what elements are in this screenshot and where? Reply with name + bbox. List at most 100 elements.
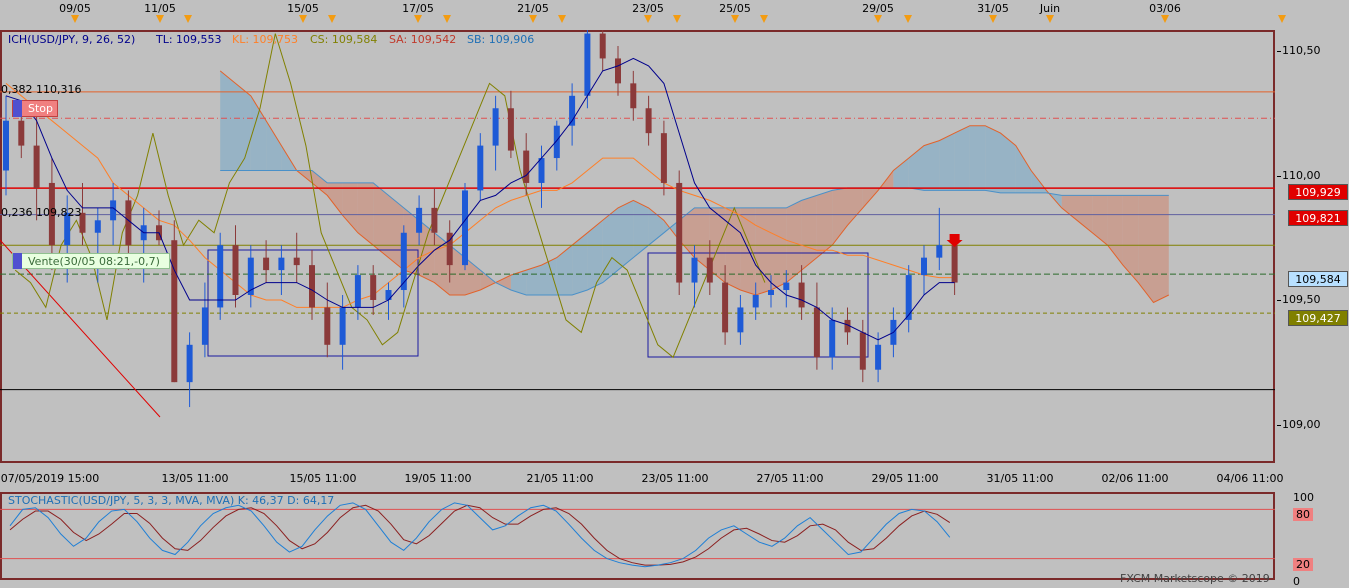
bullish-candle	[691, 257, 698, 283]
bottom-date-label: 13/05 11:00	[161, 472, 229, 485]
bullish-candle	[492, 108, 499, 146]
ichimoku-cloud-segment	[572, 232, 588, 295]
cs-header-value: CS: 109,584	[310, 33, 378, 46]
bottom-date-label: 02/06 11:00	[1101, 472, 1169, 485]
price-tag-fib-236: 109,821	[1288, 210, 1348, 226]
session-marker-icon	[71, 15, 79, 23]
bearish-candle	[645, 108, 652, 134]
ytick-109-50: 109,50	[1282, 293, 1321, 306]
bearish-candle	[232, 245, 239, 295]
bullish-candle	[3, 120, 9, 171]
top-date-label: 23/05	[632, 2, 664, 15]
bullish-candle	[385, 290, 392, 300]
stop-order-label: Stop	[28, 102, 54, 115]
stochastic-d-line	[9, 504, 951, 566]
bearish-candle	[615, 58, 621, 84]
bearish-candle	[263, 257, 270, 271]
ichimoku-cloud-segment	[541, 257, 557, 295]
ichimoku-cloud-segment	[1138, 195, 1154, 303]
session-marker-icon	[760, 15, 768, 23]
ichimoku-cloud-segment	[893, 158, 909, 188]
bullish-candle	[936, 245, 943, 258]
session-marker-icon	[874, 15, 882, 23]
session-marker-icon	[1161, 15, 1169, 23]
price-tag-resistance: 109,929	[1288, 184, 1348, 200]
ichimoku-cloud-segment	[847, 187, 863, 226]
session-marker-icon	[1046, 15, 1054, 23]
ichimoku-cloud-segment	[250, 95, 267, 171]
session-marker-icon	[156, 15, 164, 23]
stop-order-handle[interactable]	[13, 100, 22, 117]
price-tag-support: 109,427	[1288, 310, 1348, 326]
ichimoku-cloud-segment	[1000, 133, 1016, 193]
bullish-candle	[201, 307, 208, 345]
bullish-candle	[584, 33, 591, 96]
fib-236-label: 0,236 109,823	[1, 206, 82, 219]
bearish-candle	[859, 332, 866, 370]
ichimoku-cloud-segment	[556, 245, 573, 295]
session-marker-icon	[328, 15, 336, 23]
bearish-candle	[324, 307, 331, 345]
bullish-candle	[768, 290, 774, 295]
stoch-tick-20: 20	[1293, 558, 1313, 571]
bearish-candle	[813, 307, 820, 358]
session-marker-icon	[673, 15, 681, 23]
bullish-candle	[217, 245, 224, 308]
tl-header-value: TL: 109,553	[156, 33, 222, 46]
chikou-span-line	[14, 33, 766, 359]
bullish-candle	[737, 307, 744, 333]
bearish-candle	[309, 265, 315, 308]
bearish-candle	[523, 150, 530, 183]
bottom-date-label: 21/05 11:00	[526, 472, 594, 485]
ichimoku-cloud-segment	[235, 83, 251, 171]
session-marker-icon	[1278, 15, 1286, 23]
session-marker-icon	[443, 15, 451, 23]
ytick-109-00: 109,00	[1282, 418, 1321, 431]
bearish-candle	[171, 240, 178, 383]
bearish-candle	[706, 257, 713, 283]
bottom-date-label: 23/05 11:00	[641, 472, 709, 485]
sell-order-handle[interactable]	[13, 253, 22, 269]
bullish-candle	[538, 158, 545, 183]
top-date-label: 11/05	[144, 2, 176, 15]
ytick-mark	[1277, 425, 1281, 426]
price-chart-svg[interactable]	[0, 30, 1275, 463]
ichimoku-cloud-segment	[1015, 145, 1032, 193]
fib-382-label: 0,382 110,316	[1, 83, 82, 96]
ytick-mark	[1277, 300, 1281, 301]
top-date-label: 03/06	[1149, 2, 1181, 15]
bullish-candle	[94, 220, 101, 233]
bullish-candle	[110, 200, 117, 221]
session-marker-icon	[731, 15, 739, 23]
ichimoku-cloud-segment	[220, 70, 236, 171]
session-marker-icon	[299, 15, 307, 23]
bearish-candle	[630, 83, 637, 109]
session-marker-icon	[558, 15, 566, 23]
stoch-tick-100: 100	[1293, 491, 1314, 504]
bearish-candle	[370, 275, 377, 300]
top-date-label: 25/05	[719, 2, 751, 15]
bearish-candle	[951, 245, 958, 283]
bullish-candle	[829, 319, 836, 358]
ichimoku-cloud-segment	[495, 275, 511, 291]
session-marker-icon	[529, 15, 537, 23]
bullish-candle	[462, 190, 468, 266]
ichimoku-cloud-segment	[725, 207, 741, 291]
stoch-tick-0: 0	[1293, 575, 1300, 588]
price-scale[interactable]: 110,50 110,00 109,50 109,00 109,929 109,…	[1277, 30, 1349, 465]
bullish-candle	[278, 257, 285, 271]
sb-header-value: SB: 109,906	[467, 33, 535, 46]
bullish-candle	[783, 282, 790, 291]
bullish-candle	[477, 145, 484, 191]
bottom-date-label: 07/05/2019 15:00	[0, 472, 100, 485]
ichimoku-cloud-segment	[480, 270, 496, 291]
price-tag-current: 109,584	[1288, 271, 1348, 287]
ichimoku-cloud-segment	[771, 207, 787, 291]
top-date-label: 31/05	[977, 2, 1009, 15]
ichimoku-cloud-segment	[266, 120, 282, 171]
session-marker-icon	[414, 15, 422, 23]
top-date-label: 15/05	[287, 2, 319, 15]
kl-header-value: KL: 109,753	[232, 33, 299, 46]
bearish-candle	[660, 133, 667, 183]
ichimoku-cloud-segment	[969, 125, 986, 191]
